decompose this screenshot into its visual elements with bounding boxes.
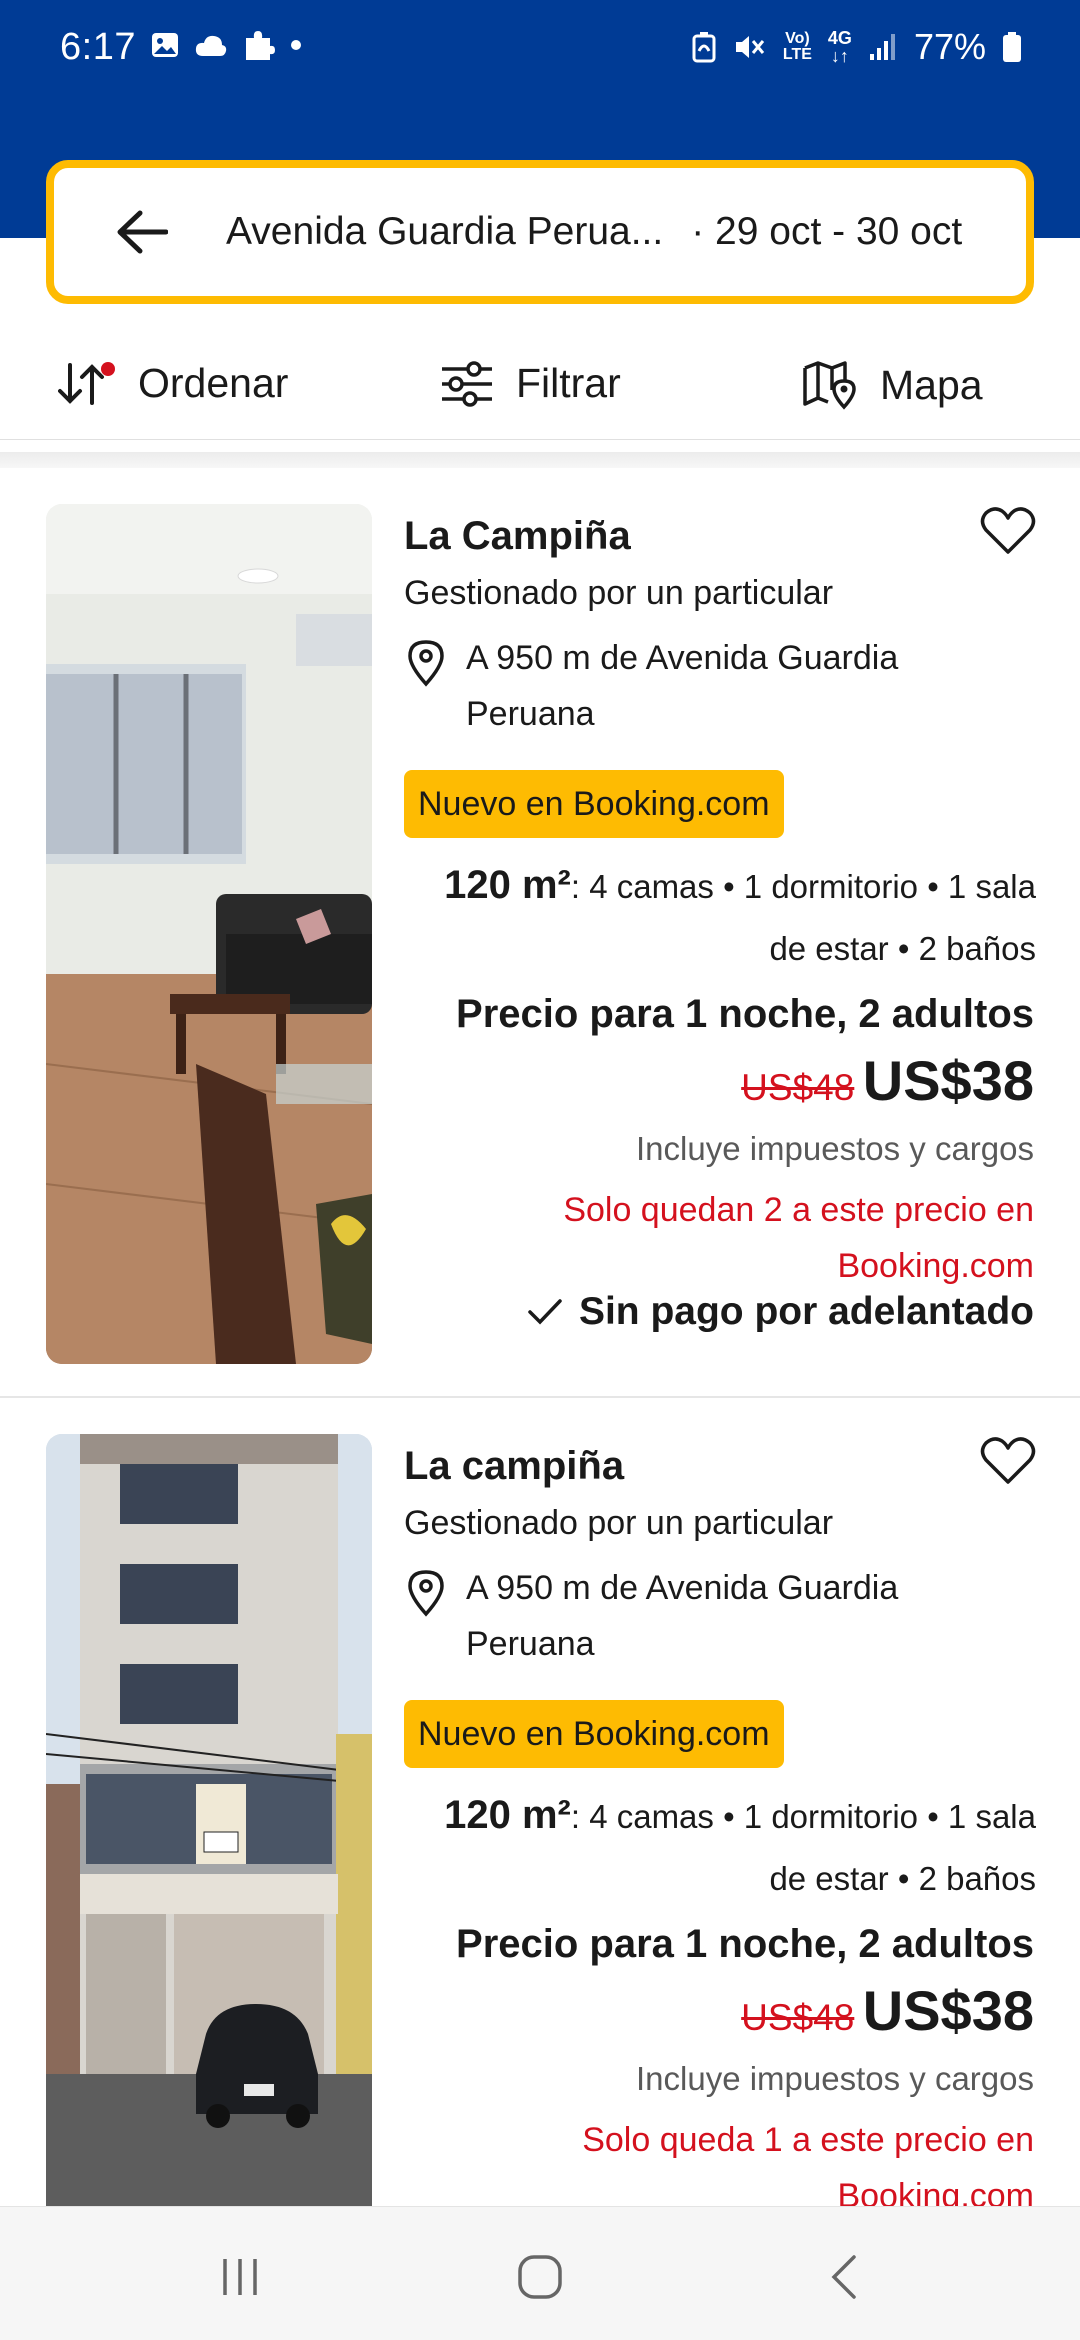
discounted-price: US$38 xyxy=(862,1979,1034,2042)
property-title[interactable]: La Campiña xyxy=(404,514,631,559)
search-summary-box[interactable]: Avenida Guardia Perua... · 29 oct - 30 o… xyxy=(46,160,1034,304)
results-toolbar: Ordenar Filtrar Mapa xyxy=(0,330,1080,440)
location-pin-icon xyxy=(408,1570,444,1617)
dot-icon xyxy=(291,40,301,50)
sort-label: Ordenar xyxy=(138,360,289,406)
back-nav-button[interactable] xyxy=(804,2247,884,2307)
no-prepayment-note: Sin pago por adelantado xyxy=(527,1290,1034,1334)
status-system-icons: Vo) LTE 4G ↓↑ 77% xyxy=(691,26,1022,68)
system-navigation-bar xyxy=(0,2206,1080,2340)
price-for-label: Precio para 1 noche, 2 adultos xyxy=(456,1922,1034,1966)
scarcity-message: Solo quedan 2 a este precio en Booking.c… xyxy=(563,1191,1034,1285)
map-label: Mapa xyxy=(880,361,983,408)
map-button[interactable]: Mapa xyxy=(802,360,983,410)
back-button[interactable] xyxy=(102,202,182,262)
status-time: 6:17 xyxy=(60,26,136,68)
battery-saver-icon xyxy=(692,32,716,63)
new-on-booking-badge: Nuevo en Booking.com xyxy=(404,1700,784,1768)
sort-icon xyxy=(58,361,115,405)
volte-icon: Vo) LTE xyxy=(782,30,812,63)
filter-label: Filtrar xyxy=(516,360,621,406)
property-card[interactable]: La campiña Gestionado por un particular … xyxy=(0,1400,1080,2244)
favorite-button[interactable] xyxy=(980,506,1038,556)
location-pin-icon xyxy=(408,640,444,687)
heart-icon xyxy=(980,507,1036,554)
checkmark-icon xyxy=(528,1299,562,1325)
back-chevron-icon xyxy=(831,2255,856,2299)
property-card[interactable]: La Campiña Gestionado por un particular … xyxy=(0,470,1080,1398)
property-title[interactable]: La campiña xyxy=(404,1444,624,1489)
filter-icon xyxy=(442,360,492,407)
status-bar: 6:17 Vo) LTE 4G ↓↑ 77% xyxy=(0,0,1080,100)
new-on-booking-badge: Nuevo en Booking.com xyxy=(404,770,784,838)
signal-icon xyxy=(869,34,895,60)
property-area: 120 m² xyxy=(444,1793,571,1837)
heart-icon xyxy=(980,1437,1036,1484)
property-area: 120 m² xyxy=(444,863,571,907)
managed-by-label: Gestionado por un particular xyxy=(404,1504,834,1542)
search-destination[interactable]: Avenida Guardia Perua... xyxy=(226,210,663,254)
property-details: 120 m²: 4 camas • 1 dormitorio • 1 sala … xyxy=(416,854,1036,980)
discounted-price: US$38 xyxy=(862,1049,1034,1112)
4g-icon: 4G ↓↑ xyxy=(827,28,852,66)
filter-button[interactable]: Filtrar xyxy=(440,360,621,407)
property-details: 120 m²: 4 camas • 1 dormitorio • 1 sala … xyxy=(416,1784,1036,1910)
original-price: US$48 xyxy=(741,1067,855,1108)
battery-icon xyxy=(1003,32,1021,62)
toolbar-divider xyxy=(0,452,1080,468)
price-for-label: Precio para 1 noche, 2 adultos xyxy=(456,992,1034,1036)
home-icon xyxy=(518,2255,562,2299)
cloud-icon xyxy=(195,35,227,56)
managed-by-label: Gestionado por un particular xyxy=(404,574,834,612)
property-photo[interactable] xyxy=(46,504,372,1364)
property-photo[interactable] xyxy=(46,1434,372,2244)
taxes-note: Incluye impuestos y cargos xyxy=(635,1130,1034,1167)
taxes-note: Incluye impuestos y cargos xyxy=(635,2060,1034,2097)
price-row: US$48 US$38 xyxy=(741,1978,1034,2043)
recent-apps-button[interactable] xyxy=(200,2247,280,2307)
sort-button[interactable]: Ordenar xyxy=(58,360,288,407)
mute-icon xyxy=(735,36,765,58)
property-rooms: : 4 camas • 1 dormitorio • 1 sala de est… xyxy=(570,1798,1036,1897)
property-distance: A 950 m de Avenida Guardia Peruana xyxy=(466,1569,899,1663)
price-row: US$48 US$38 xyxy=(741,1048,1034,1113)
property-distance: A 950 m de Avenida Guardia Peruana xyxy=(466,639,899,733)
status-notification-icons xyxy=(150,28,302,62)
no-prepayment-label: Sin pago por adelantado xyxy=(578,1290,1034,1333)
recent-apps-icon xyxy=(223,2259,257,2295)
map-icon xyxy=(803,361,856,410)
puzzle-icon xyxy=(246,31,275,60)
arrow-left-icon xyxy=(117,210,168,254)
gallery-icon xyxy=(152,33,178,57)
search-dates[interactable]: · 29 oct - 30 oct xyxy=(691,210,962,254)
property-rooms: : 4 camas • 1 dormitorio • 1 sala de est… xyxy=(570,868,1036,967)
battery-percentage: 77% xyxy=(913,26,986,67)
favorite-button[interactable] xyxy=(980,1436,1038,1486)
home-button[interactable] xyxy=(500,2247,580,2307)
original-price: US$48 xyxy=(741,1997,855,2038)
